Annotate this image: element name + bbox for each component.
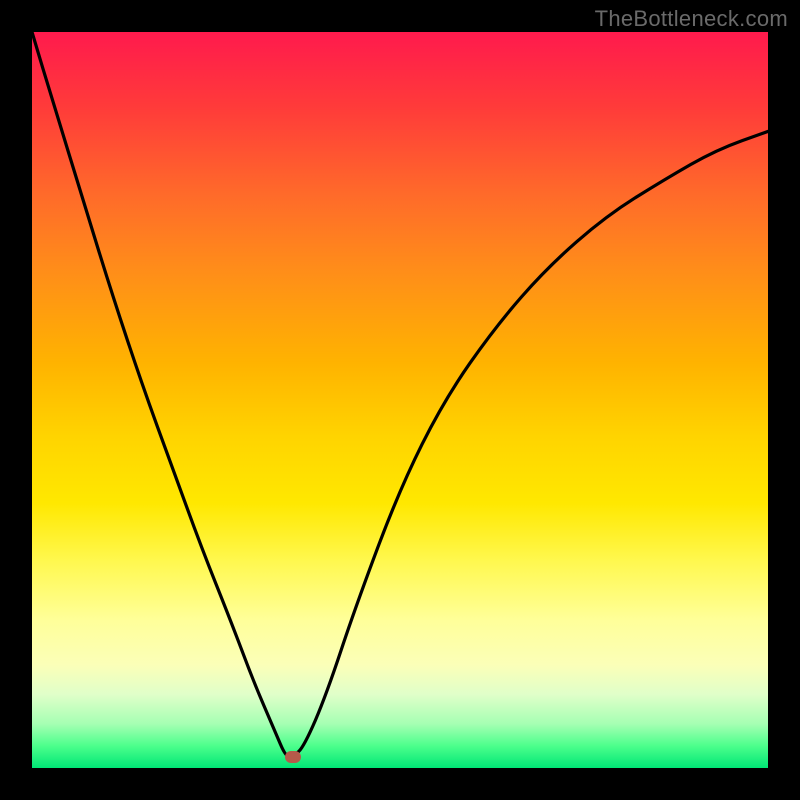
chart-frame: TheBottleneck.com <box>0 0 800 800</box>
plot-area <box>32 32 768 768</box>
watermark-label: TheBottleneck.com <box>595 6 788 32</box>
minimum-marker <box>285 751 301 763</box>
bottleneck-curve <box>32 32 768 757</box>
curve-layer <box>32 32 768 768</box>
